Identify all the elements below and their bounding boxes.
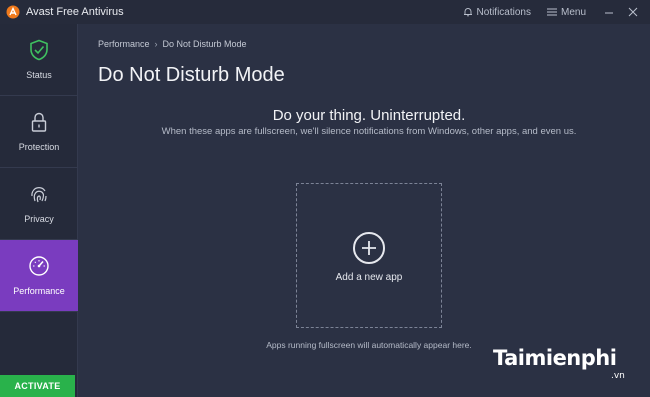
sidebar-item-label: Privacy xyxy=(24,214,54,224)
menu-button[interactable]: Menu xyxy=(546,6,586,18)
sidebar-item-privacy[interactable]: Privacy xyxy=(0,168,78,240)
menu-label: Menu xyxy=(560,6,586,18)
title-bar: Avast Free Antivirus Notifications Menu xyxy=(0,0,650,24)
plus-circle-icon xyxy=(353,232,385,264)
add-new-app-button[interactable]: Add a new app xyxy=(296,183,442,328)
watermark-suffix: .vn xyxy=(611,371,625,381)
page-title: Do Not Disturb Mode xyxy=(98,64,285,86)
speedometer-icon xyxy=(28,255,50,277)
hamburger-icon xyxy=(546,8,557,16)
sidebar-item-performance[interactable]: Performance xyxy=(0,240,78,312)
watermark-brand: Taimienphi xyxy=(493,346,617,370)
breadcrumb-current: Do Not Disturb Mode xyxy=(162,39,247,49)
breadcrumb: Performance › Do Not Disturb Mode xyxy=(98,39,247,49)
sidebar-item-protection[interactable]: Protection xyxy=(0,96,78,168)
close-button[interactable] xyxy=(626,5,640,19)
sidebar-item-label: Status xyxy=(26,70,52,80)
main-content: Performance › Do Not Disturb Mode Do Not… xyxy=(79,24,650,397)
bell-icon xyxy=(463,8,472,17)
add-new-app-label: Add a new app xyxy=(335,272,403,283)
lock-icon xyxy=(28,111,50,133)
notifications-label: Notifications xyxy=(476,6,531,18)
description: When these apps are fullscreen, we'll si… xyxy=(161,126,577,137)
sidebar-item-status[interactable]: Status xyxy=(0,24,78,96)
app-title: Avast Free Antivirus xyxy=(26,6,124,18)
minimize-button[interactable] xyxy=(602,5,616,19)
activate-button[interactable]: ACTIVATE xyxy=(0,375,75,397)
avast-logo-icon xyxy=(6,5,20,19)
sidebar-item-label: Performance xyxy=(13,286,65,296)
minimize-icon xyxy=(605,12,613,14)
notifications-button[interactable]: Notifications xyxy=(463,7,531,18)
breadcrumb-parent[interactable]: Performance xyxy=(98,39,150,49)
close-icon xyxy=(628,7,638,17)
sidebar-item-label: Protection xyxy=(18,142,60,152)
sidebar: Status Protection Privacy Performance AC… xyxy=(0,24,78,397)
shield-check-icon xyxy=(28,39,50,61)
watermark: Taimienphi .vn xyxy=(493,346,643,386)
fingerprint-icon xyxy=(28,183,50,205)
headline: Do your thing. Uninterrupted. xyxy=(272,107,466,124)
breadcrumb-separator: › xyxy=(154,39,158,49)
